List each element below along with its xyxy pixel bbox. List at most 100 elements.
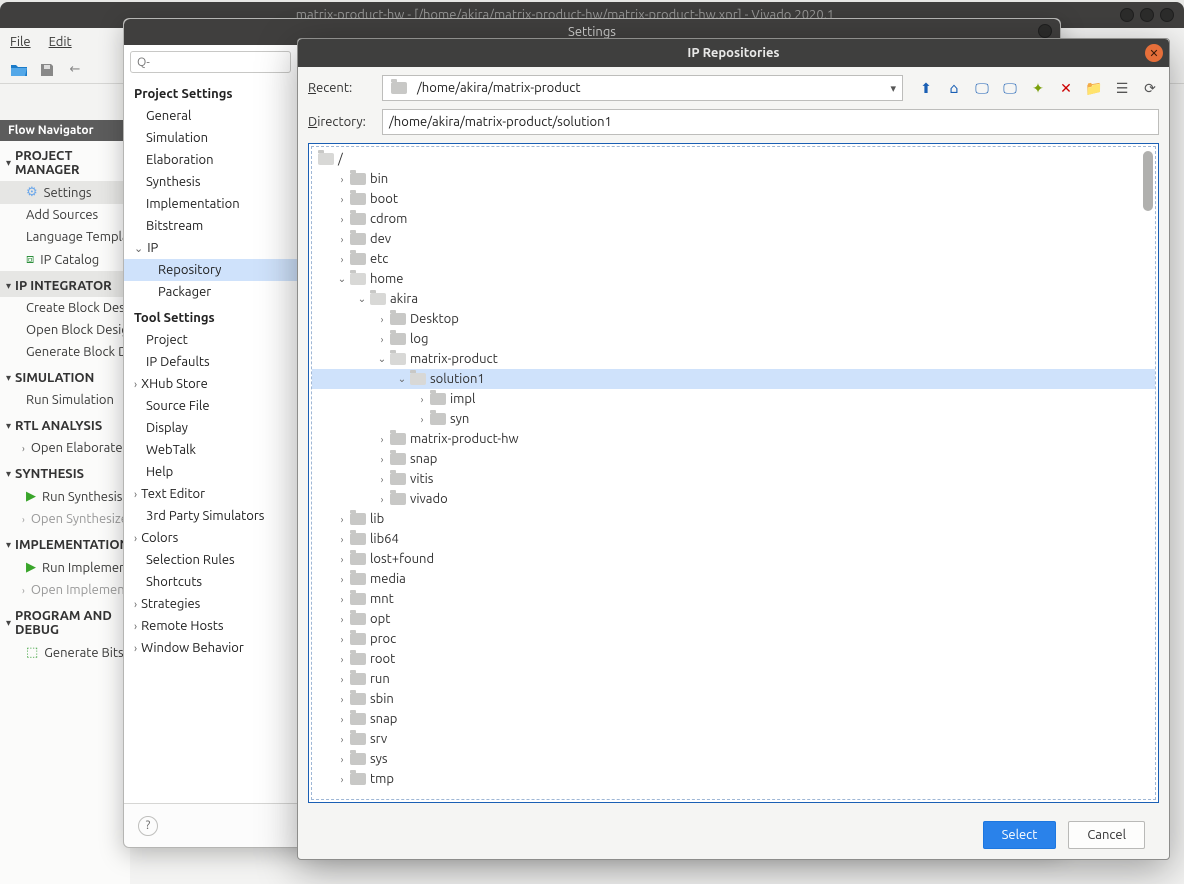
tree-root[interactable]: / — [312, 149, 1155, 169]
nav-generate-bd[interactable]: Generate Block Design — [0, 341, 130, 363]
repo-close-icon[interactable]: ✕ — [1145, 44, 1163, 62]
expand-icon[interactable]: › — [376, 494, 388, 505]
minimize-icon[interactable] — [1120, 8, 1134, 22]
expand-icon[interactable]: › — [416, 394, 428, 405]
expand-icon[interactable]: › — [336, 594, 348, 605]
expand-icon[interactable]: › — [376, 454, 388, 465]
nav-open-bd[interactable]: Open Block Design — [0, 319, 130, 341]
tree-node-run[interactable]: ›run — [312, 669, 1155, 689]
expand-icon[interactable]: › — [336, 754, 348, 765]
expand-icon[interactable]: › — [336, 214, 348, 225]
nav-open-elab[interactable]: › Open Elaborated Design — [0, 437, 130, 459]
tree-node-matrix-product-hw[interactable]: ›matrix-product-hw — [312, 429, 1155, 449]
settings-search-input[interactable]: Q- — [130, 51, 291, 73]
ts-ip-defaults[interactable]: IP Defaults — [124, 351, 297, 373]
install-dir-icon[interactable]: 🖵 — [1001, 79, 1019, 97]
expand-icon[interactable]: ⌄ — [356, 293, 368, 305]
group-project-manager[interactable]: PROJECT MANAGER — [0, 141, 130, 181]
expand-icon[interactable]: › — [336, 534, 348, 545]
expand-icon[interactable]: › — [336, 694, 348, 705]
expand-icon[interactable]: ⌄ — [396, 373, 408, 385]
group-program[interactable]: PROGRAM AND DEBUG — [0, 601, 130, 641]
tree-node-boot[interactable]: ›boot — [312, 189, 1155, 209]
back-icon[interactable]: ← — [66, 61, 84, 79]
expand-icon[interactable]: › — [416, 414, 428, 425]
expand-icon[interactable]: › — [376, 434, 388, 445]
expand-icon[interactable]: › — [336, 654, 348, 665]
tree-node-lib64[interactable]: ›lib64 — [312, 529, 1155, 549]
tree-node-tmp[interactable]: ›tmp — [312, 769, 1155, 789]
tree-node-dev[interactable]: ›dev — [312, 229, 1155, 249]
ps-simulation[interactable]: Simulation — [124, 127, 297, 149]
group-implementation[interactable]: IMPLEMENTATION — [0, 530, 130, 556]
help-icon[interactable]: ? — [138, 816, 158, 836]
ts-strategies[interactable]: Strategies — [124, 593, 297, 615]
settings-close-icon[interactable] — [1038, 24, 1052, 38]
expand-icon[interactable]: › — [376, 314, 388, 325]
open-folder-icon[interactable] — [10, 61, 28, 79]
tree-node-Desktop[interactable]: ›Desktop — [312, 309, 1155, 329]
ps-elaboration[interactable]: Elaboration — [124, 149, 297, 171]
expand-icon[interactable]: › — [336, 234, 348, 245]
ps-ip-packager[interactable]: Packager — [124, 281, 297, 303]
ts-3rdparty[interactable]: 3rd Party Simulators — [124, 505, 297, 527]
ts-webtalk[interactable]: WebTalk — [124, 439, 297, 461]
group-rtl-analysis[interactable]: RTL ANALYSIS — [0, 411, 130, 437]
tree-scrollbar[interactable] — [1143, 151, 1153, 211]
chevron-down-icon[interactable]: ▾ — [890, 82, 896, 95]
new-folder-icon[interactable]: 📁 — [1085, 79, 1103, 97]
tree-node-srv[interactable]: ›srv — [312, 729, 1155, 749]
expand-icon[interactable]: › — [336, 554, 348, 565]
ps-bitstream[interactable]: Bitstream — [124, 215, 297, 237]
ps-implementation[interactable]: Implementation — [124, 193, 297, 215]
ts-colors[interactable]: Colors — [124, 527, 297, 549]
tree-node-mnt[interactable]: ›mnt — [312, 589, 1155, 609]
tree-node-snap[interactable]: ›snap — [312, 449, 1155, 469]
tree-node-bin[interactable]: ›bin — [312, 169, 1155, 189]
tree-node-sys[interactable]: ›sys — [312, 749, 1155, 769]
tree-node-akira[interactable]: ⌄akira — [312, 289, 1155, 309]
ps-ip-repository[interactable]: Repository — [124, 259, 297, 281]
nav-add-sources[interactable]: Add Sources — [0, 204, 130, 226]
close-icon[interactable] — [1160, 8, 1174, 22]
project-dir-icon[interactable]: 🖵 — [973, 79, 991, 97]
ts-window[interactable]: Window Behavior — [124, 637, 297, 659]
expand-icon[interactable]: › — [336, 194, 348, 205]
home-icon[interactable]: ⌂ — [945, 79, 963, 97]
maximize-icon[interactable] — [1140, 8, 1154, 22]
expand-icon[interactable]: › — [336, 714, 348, 725]
delete-icon[interactable]: ✕ — [1057, 79, 1075, 97]
expand-icon[interactable]: › — [336, 574, 348, 585]
expand-icon[interactable]: › — [336, 614, 348, 625]
menu-edit[interactable]: Edit — [49, 35, 72, 49]
expand-icon[interactable]: › — [376, 474, 388, 485]
ps-ip[interactable]: IP — [124, 237, 297, 259]
nav-run-impl[interactable]: ▶Run Implementation — [0, 556, 130, 579]
menu-file[interactable]: File — [10, 35, 31, 49]
tree-node-cdrom[interactable]: ›cdrom — [312, 209, 1155, 229]
save-icon[interactable] — [38, 61, 56, 79]
nav-run-synth[interactable]: ▶Run Synthesis — [0, 485, 130, 508]
tree-node-syn[interactable]: ›syn — [312, 409, 1155, 429]
tree-node-solution1[interactable]: ⌄solution1 — [312, 369, 1155, 389]
ps-synthesis[interactable]: Synthesis — [124, 171, 297, 193]
refresh-icon[interactable]: ⟳ — [1141, 79, 1159, 97]
expand-icon[interactable]: › — [336, 254, 348, 265]
tree-node-sbin[interactable]: ›sbin — [312, 689, 1155, 709]
up-icon[interactable]: ⬆ — [917, 79, 935, 97]
tree-node-root[interactable]: ›root — [312, 649, 1155, 669]
expand-icon[interactable]: › — [336, 634, 348, 645]
ts-project[interactable]: Project — [124, 329, 297, 351]
expand-icon[interactable]: › — [336, 514, 348, 525]
expand-icon[interactable]: › — [376, 334, 388, 345]
xilinx-dir-icon[interactable]: ✦ — [1029, 79, 1047, 97]
group-ip-integrator[interactable]: IP INTEGRATOR — [0, 271, 130, 297]
ts-help[interactable]: Help — [124, 461, 297, 483]
tree-node-vitis[interactable]: ›vitis — [312, 469, 1155, 489]
tree-node-matrix-product[interactable]: ⌄matrix-product — [312, 349, 1155, 369]
expand-icon[interactable]: › — [336, 674, 348, 685]
tree-node-vivado[interactable]: ›vivado — [312, 489, 1155, 509]
tree-node-lost+found[interactable]: ›lost+found — [312, 549, 1155, 569]
nav-settings[interactable]: ⚙Settings — [0, 181, 130, 204]
nav-create-bd[interactable]: Create Block Design — [0, 297, 130, 319]
